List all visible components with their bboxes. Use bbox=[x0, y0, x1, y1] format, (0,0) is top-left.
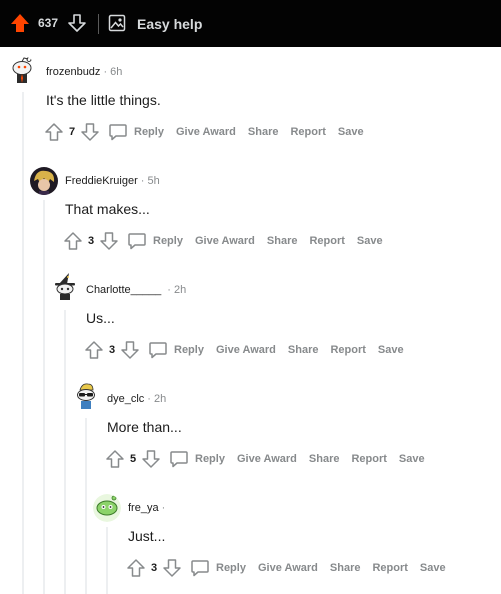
thread-line[interactable] bbox=[22, 92, 24, 594]
comment-actions: 5 Reply Give Award Share Report Save bbox=[105, 447, 425, 471]
comment-body: Just... bbox=[128, 528, 166, 544]
give-award-button[interactable]: Give Award bbox=[237, 453, 297, 465]
comment-bubble-icon bbox=[149, 342, 167, 359]
upvote-icon[interactable] bbox=[63, 231, 83, 251]
comment-meta: fre_ya · bbox=[128, 502, 165, 514]
downvote-icon[interactable] bbox=[99, 231, 119, 251]
vote-score: 3 bbox=[108, 344, 116, 356]
comment-time: · 2h bbox=[167, 284, 187, 296]
save-button[interactable]: Save bbox=[420, 562, 446, 574]
share-button[interactable]: Share bbox=[267, 235, 298, 247]
reply-label: Reply bbox=[174, 344, 204, 356]
comment-time: · bbox=[161, 502, 166, 514]
comment-bubble-icon bbox=[191, 560, 209, 577]
downvote-icon[interactable] bbox=[80, 122, 100, 142]
report-button[interactable]: Report bbox=[330, 344, 365, 356]
upvote-icon[interactable] bbox=[84, 340, 104, 360]
upvote-icon[interactable] bbox=[105, 449, 125, 469]
reply-button[interactable]: Reply bbox=[148, 340, 204, 360]
give-award-button[interactable]: Give Award bbox=[216, 344, 276, 356]
save-button[interactable]: Save bbox=[378, 344, 404, 356]
avatar[interactable] bbox=[30, 167, 58, 195]
green-snoo-avatar-icon bbox=[93, 494, 121, 522]
reply-label: Reply bbox=[216, 562, 246, 574]
upvote-icon[interactable] bbox=[126, 558, 146, 578]
report-button[interactable]: Report bbox=[290, 126, 325, 138]
thread-line[interactable] bbox=[64, 310, 66, 594]
comment-actions: 3 Reply Give Award Share Report Save bbox=[63, 229, 383, 253]
post-title: Easy help bbox=[137, 16, 203, 32]
reply-label: Reply bbox=[134, 126, 164, 138]
comment-meta: Charlotte_____ · 2h bbox=[86, 284, 186, 296]
snoo-avatar-icon bbox=[8, 56, 36, 84]
upvote-arrow-icon[interactable] bbox=[9, 12, 31, 34]
comment-body: That makes... bbox=[65, 201, 150, 217]
comment-time: · 2h bbox=[147, 393, 167, 405]
give-award-button[interactable]: Give Award bbox=[258, 562, 318, 574]
vote-score: 5 bbox=[129, 453, 137, 465]
comment-author[interactable]: Charlotte_____ bbox=[86, 284, 161, 296]
save-button[interactable]: Save bbox=[399, 453, 425, 465]
sunglasses-snoo-avatar-icon bbox=[72, 381, 100, 409]
downvote-icon[interactable] bbox=[120, 340, 140, 360]
share-button[interactable]: Share bbox=[288, 344, 319, 356]
witch-snoo-avatar-icon bbox=[51, 272, 79, 300]
vote-score: 3 bbox=[150, 562, 158, 574]
report-button[interactable]: Report bbox=[351, 453, 386, 465]
report-button[interactable]: Report bbox=[372, 562, 407, 574]
thread-line[interactable] bbox=[43, 200, 45, 594]
image-post-icon bbox=[108, 14, 126, 32]
reply-button[interactable]: Reply bbox=[190, 558, 246, 578]
comment-author[interactable]: frozenbudz bbox=[46, 66, 100, 78]
reply-label: Reply bbox=[195, 453, 225, 465]
avatar[interactable] bbox=[8, 56, 36, 84]
avatar[interactable] bbox=[93, 494, 121, 522]
comment-meta: dye_clc · 2h bbox=[107, 393, 166, 405]
comment-bubble-icon bbox=[128, 233, 146, 250]
vote-score: 7 bbox=[68, 126, 76, 138]
comment-bubble-icon bbox=[109, 124, 127, 141]
comment-time: · 5h bbox=[140, 175, 160, 187]
comment-time: · 6h bbox=[103, 66, 123, 78]
report-button[interactable]: Report bbox=[309, 235, 344, 247]
comment-author[interactable]: FreddieKruiger bbox=[65, 175, 138, 187]
comment-body: It's the little things. bbox=[46, 92, 161, 108]
reply-button[interactable]: Reply bbox=[108, 122, 164, 142]
share-button[interactable]: Share bbox=[248, 126, 279, 138]
vote-score: 3 bbox=[87, 235, 95, 247]
comment-author[interactable]: fre_ya bbox=[128, 502, 159, 514]
post-vote-count: 637 bbox=[38, 16, 59, 30]
give-award-button[interactable]: Give Award bbox=[176, 126, 236, 138]
give-award-button[interactable]: Give Award bbox=[195, 235, 255, 247]
comment-meta: FreddieKruiger · 5h bbox=[65, 175, 160, 187]
comment-bubble-icon bbox=[170, 451, 188, 468]
comment-actions: 3 Reply Give Award Share Report Save bbox=[126, 556, 446, 580]
save-button[interactable]: Save bbox=[357, 235, 383, 247]
share-button[interactable]: Share bbox=[330, 562, 361, 574]
comment-meta: frozenbudz · 6h bbox=[46, 66, 122, 78]
reply-button[interactable]: Reply bbox=[169, 449, 225, 469]
downvote-icon[interactable] bbox=[141, 449, 161, 469]
user-avatar-icon bbox=[30, 167, 58, 195]
comment-body: Us... bbox=[86, 310, 115, 326]
avatar[interactable] bbox=[51, 272, 79, 300]
comment-author[interactable]: dye_clc bbox=[107, 393, 144, 405]
thread-line[interactable] bbox=[106, 527, 108, 594]
post-header-bar: 637 Easy help bbox=[0, 0, 501, 47]
comment-body: More than... bbox=[107, 419, 182, 435]
save-button[interactable]: Save bbox=[338, 126, 364, 138]
thread-line[interactable] bbox=[85, 418, 87, 594]
comment-actions: 3 Reply Give Award Share Report Save bbox=[84, 338, 404, 362]
reply-button[interactable]: Reply bbox=[127, 231, 183, 251]
share-button[interactable]: Share bbox=[309, 453, 340, 465]
reply-label: Reply bbox=[153, 235, 183, 247]
divider bbox=[98, 14, 99, 34]
upvote-icon[interactable] bbox=[44, 122, 64, 142]
downvote-icon[interactable] bbox=[162, 558, 182, 578]
comment-actions: 7 Reply Give Award Share Report Save bbox=[44, 120, 364, 144]
avatar[interactable] bbox=[72, 381, 100, 409]
downvote-arrow-icon[interactable] bbox=[66, 12, 88, 34]
